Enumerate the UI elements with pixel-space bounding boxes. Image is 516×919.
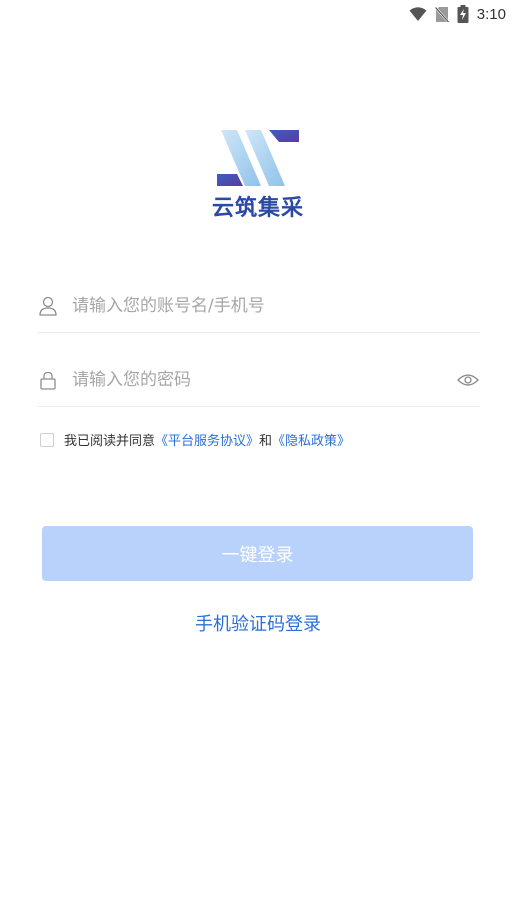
battery-charging-icon <box>457 5 469 23</box>
account-input[interactable] <box>72 296 480 316</box>
wifi-icon <box>409 6 427 22</box>
password-input[interactable] <box>72 370 457 390</box>
no-sim-icon <box>434 6 449 23</box>
app-logo: 云筑集采 <box>208 128 308 222</box>
agreement-prefix: 我已阅读并同意 <box>64 434 156 449</box>
status-time: 3:10 <box>476 5 506 23</box>
eye-icon[interactable] <box>457 369 479 391</box>
logo-mark-icon <box>217 130 299 186</box>
agreement-checkbox[interactable] <box>40 432 54 447</box>
agreement-connector: 和 <box>259 434 273 449</box>
one-click-login-button[interactable]: 一键登录 <box>42 526 473 581</box>
sms-login-link[interactable]: 手机验证码登录 <box>0 610 516 636</box>
status-bar: 3:10 <box>0 0 516 28</box>
logo-text: 云筑集采 <box>211 196 304 221</box>
user-icon <box>38 296 58 316</box>
account-field[interactable] <box>37 280 480 333</box>
service-agreement-link[interactable]: 《平台服务协议》 <box>155 430 259 449</box>
password-field[interactable] <box>37 354 480 407</box>
privacy-policy-link[interactable]: 《隐私政策》 <box>272 430 350 449</box>
lock-icon <box>38 370 58 390</box>
login-screen: 3:10 云筑集采 请输入您的账号名/手机号 我已阅读并同意 《平台服务协议》 … <box>0 0 516 919</box>
agreement-row: 我已阅读并同意 《平台服务协议》 和 《隐私政策》 <box>40 430 350 449</box>
